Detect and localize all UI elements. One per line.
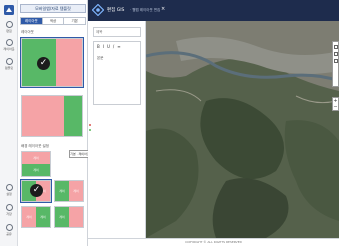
zoom-out-button[interactable]: − [333,104,338,110]
icon-rail: 편집 레이아웃 템플릿 설정 저장 공유 [0,0,18,246]
section-label-layout: 레이아웃 [21,30,34,34]
layout-cell [64,96,82,136]
map-layer-controls[interactable] [332,41,339,87]
brand-logo-icon [92,4,104,16]
mini-cell: 레이 [22,152,50,164]
zoom-control[interactable]: + − [332,97,339,111]
layout-option-mini-1[interactable]: 레이 레이 [21,151,51,177]
layout-panel: 모바일앱/자료 템플릿 레이아웃 색상 기본 레이아웃 ✓ 배경 레이아웃 설정… [18,0,91,246]
locate-icon[interactable] [333,59,338,63]
body-editor[interactable]: B I U / ≡ 본문 [93,41,141,105]
footer: COPYRIGHT © ALL RIGHTS RESERVED [88,238,339,246]
app-logo-icon[interactable] [4,5,14,15]
layout-icon [5,39,13,46]
layout-option-split-selected[interactable]: ✓ [20,37,84,88]
tab-color[interactable]: 색상 [42,18,65,24]
panel-title: 모바일앱/자료 템플릿 [20,4,86,13]
mini-cell: 레이 [22,207,36,227]
align-button[interactable]: ≡ [117,44,120,49]
layout-cell: ✓ [22,39,56,86]
home-icon [5,21,13,28]
indicator-dot-green [89,129,91,131]
rail-item-label: 레이아웃 [3,47,15,51]
panel-tabs: 레이아웃 색상 기본 [20,17,86,25]
measure-icon[interactable] [333,52,338,56]
mini-cell [69,207,83,227]
layout-option-split-alt[interactable] [21,95,83,137]
satellite-map[interactable]: + − [146,21,339,238]
rail-item-layout[interactable]: 레이아웃 [2,39,16,55]
indicator-dot-red [89,124,91,126]
settings-icon [5,184,13,191]
slash-button[interactable]: / [113,44,114,49]
editor-tool-panel: 제목 B I U / ≡ 본문 [88,0,146,246]
bold-button[interactable]: B [97,44,100,49]
layout-option-mini-5[interactable]: 레이 [54,206,84,228]
tab-basic[interactable]: 기본 [64,18,86,24]
satellite-imagery [146,21,339,238]
rail-item-settings[interactable]: 설정 [2,184,16,200]
check-icon: ✓ [30,184,43,197]
template-icon [5,58,13,65]
mini-cell: 레이 [36,207,50,227]
title-placeholder: 제목 [96,30,103,34]
layout-cell [22,96,64,136]
body-label: 본문 [97,56,104,60]
share-icon [5,224,13,231]
rail-item-label: 공유 [6,232,12,236]
layer-icon[interactable] [333,45,338,49]
italic-button[interactable]: I [103,44,104,49]
section-label-background-layout: 배경 레이아웃 설정 [21,144,49,148]
layout-cell [55,39,82,86]
rail-item-label: 편집 [6,29,12,33]
rail-item-save[interactable]: 저장 [2,204,16,220]
mini-cell: 레이 [55,181,69,201]
rail-item-template[interactable]: 템플릿 [2,58,16,74]
side-indicator [89,124,92,134]
tab-layout[interactable]: 레이아웃 [21,18,43,24]
mini-cell: 레이 [69,181,83,201]
rail-item-share[interactable]: 공유 [2,224,16,240]
mini-cell: 레이 [55,207,69,227]
rail-item-label: 템플릿 [4,66,14,70]
underline-button[interactable]: U [107,44,110,49]
format-toolbar: B I U / ≡ [94,42,140,51]
close-icon[interactable]: × [161,6,165,12]
layout-option-mini-3[interactable]: 레이 레이 [54,180,84,202]
layout-option-mini-4[interactable]: 레이 레이 [21,206,51,228]
mini-cell: 레이 [22,164,50,176]
check-icon: ✓ [37,57,50,70]
header-subtitle: · 웹맵 레이아웃 편집 [130,7,161,12]
save-icon [5,204,13,211]
app-header: 편집 GIS · 웹맵 레이아웃 편집 × [88,0,339,21]
title-field[interactable]: 제목 [93,27,141,37]
rail-item-edit[interactable]: 편집 [2,21,16,37]
rail-item-label: 저장 [6,212,12,216]
header-title: 편집 GIS [107,8,125,13]
rail-item-label: 설정 [6,192,12,196]
